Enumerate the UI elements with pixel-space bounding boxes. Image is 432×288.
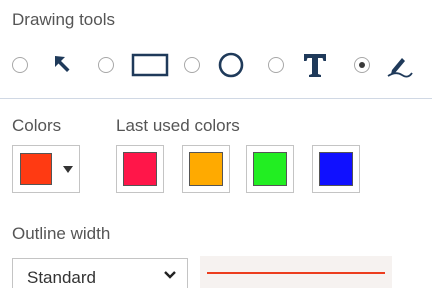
recent-color-fill [123, 152, 157, 186]
recent-color-swatch[interactable] [246, 145, 294, 193]
outline-width-label: Outline width [12, 224, 111, 243]
chevron-down-icon [63, 166, 73, 173]
recent-color-fill [189, 152, 223, 186]
drawing-tools-row [10, 50, 420, 80]
pen-icon[interactable] [384, 50, 414, 80]
last-used-colors-label: Last used colors [116, 116, 240, 135]
current-color-swatch [20, 153, 52, 185]
circle-icon[interactable] [216, 50, 246, 80]
radio-ellipse[interactable] [184, 57, 200, 73]
radio-rectangle[interactable] [98, 57, 114, 73]
recent-color-swatch[interactable] [312, 145, 360, 193]
recent-color-fill [253, 152, 287, 186]
radio-pointer[interactable] [12, 57, 28, 73]
drawing-options-panel: Drawing tools Colors Last used colors Ou… [0, 0, 432, 288]
recent-color-swatch[interactable] [116, 145, 164, 193]
colors-label: Colors [12, 116, 62, 135]
drawing-tools-label: Drawing tools [12, 10, 115, 29]
recent-color-swatch[interactable] [182, 145, 230, 193]
arrow-pointer-icon[interactable] [48, 50, 78, 80]
text-t-icon[interactable] [300, 50, 330, 80]
outline-width-preview [200, 256, 392, 288]
outline-preview-line [207, 272, 385, 274]
outline-width-select[interactable]: Standard [12, 258, 188, 288]
section-divider [0, 98, 432, 99]
rectangle-icon[interactable] [130, 50, 170, 80]
outline-width-value: Standard [27, 268, 96, 287]
color-picker-dropdown[interactable] [12, 145, 80, 193]
radio-text[interactable] [268, 57, 284, 73]
chevron-down-icon [163, 267, 177, 281]
recent-color-fill [319, 152, 353, 186]
radio-freehand[interactable] [354, 57, 370, 73]
